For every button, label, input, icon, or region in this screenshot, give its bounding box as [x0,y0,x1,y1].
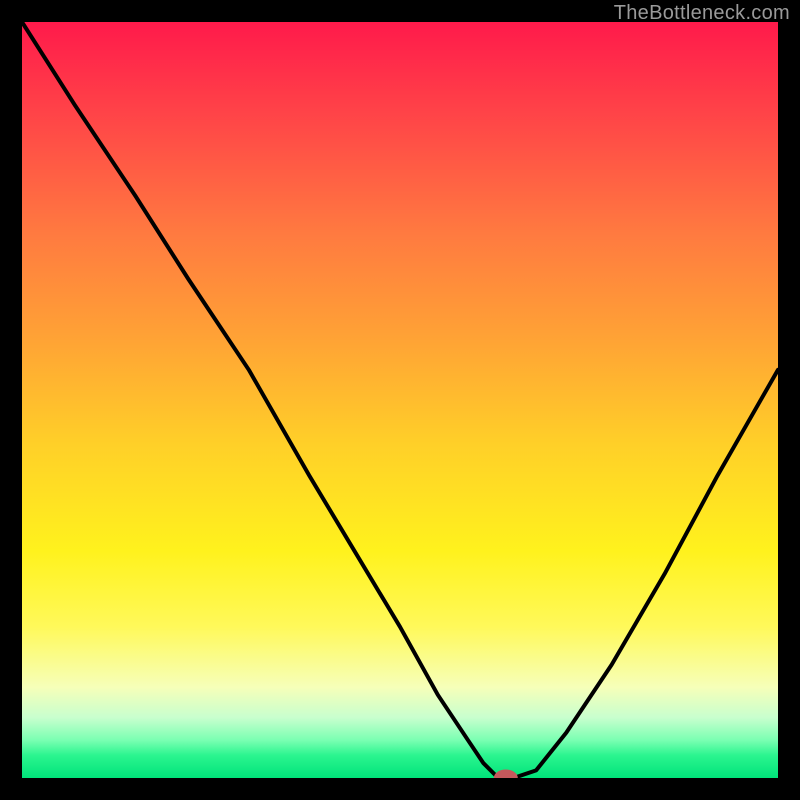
plot-area [22,22,778,778]
bottleneck-curve [22,22,778,778]
marker-dot [494,770,518,779]
chart-stage: TheBottleneck.com [0,0,800,800]
plot-svg [22,22,778,778]
